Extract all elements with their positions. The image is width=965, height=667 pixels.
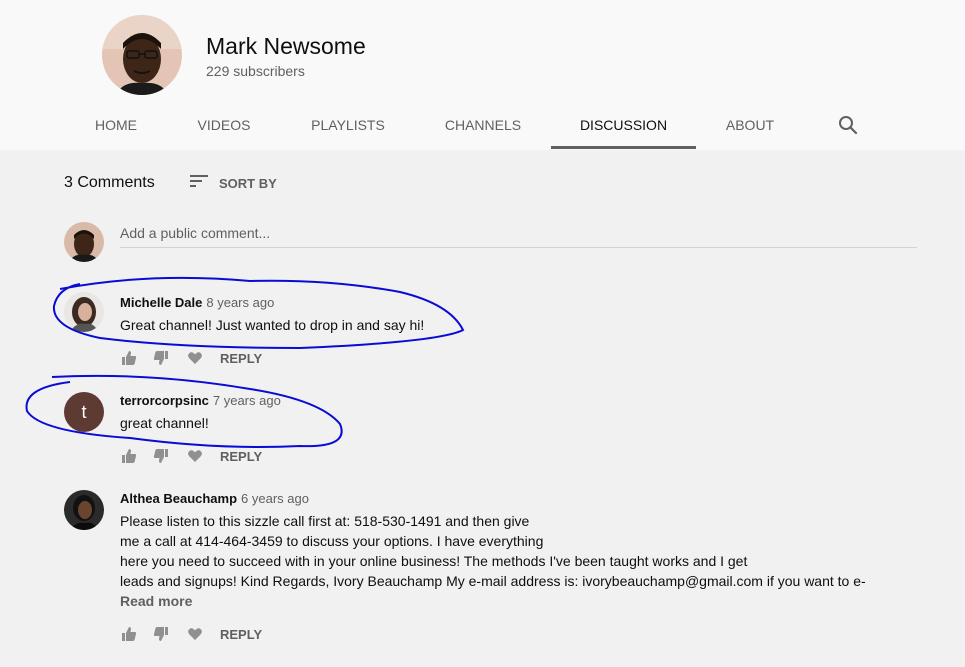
reply-button[interactable]: REPLY [220,627,262,642]
tab-videos[interactable]: VIDEOS [186,102,262,149]
author-name[interactable]: terrorcorpsinc [120,393,209,408]
channel-avatar[interactable] [102,15,182,95]
comment-actions: REPLY [121,348,262,368]
heart-icon[interactable] [187,448,203,464]
comment-author[interactable]: terrorcorpsinc 7 years ago [120,393,281,408]
thumb-down-icon[interactable] [153,350,169,366]
read-more-link[interactable]: Read more [120,593,192,609]
tab-about[interactable]: ABOUT [714,102,786,149]
comment-avatar[interactable]: t [64,392,104,432]
comment-text-line: me a call at 414-464-3459 to discuss you… [120,533,544,549]
comment-actions: REPLY [121,624,262,644]
annotation-circle-1 [52,276,465,350]
channel-name: Mark Newsome [206,33,366,59]
tab-playlists[interactable]: PLAYLISTS [298,102,398,149]
heart-icon[interactable] [187,626,203,642]
comment-text: Great channel! Just wanted to drop in an… [120,317,425,333]
comment-text: great channel! [120,415,209,431]
comments-count: 3 Comments [64,174,155,191]
comment-text-line: Please listen to this sizzle call first … [120,513,530,529]
author-name[interactable]: Michelle Dale [120,295,202,310]
subscriber-count: 229 subscribers [206,63,305,79]
comment-text-line: leads and signups! Kind Regards, Ivory B… [120,573,866,589]
active-tab-indicator [551,146,696,149]
comment-author[interactable]: Michelle Dale 8 years ago [120,295,274,310]
author-name[interactable]: Althea Beauchamp [120,491,237,506]
sort-icon [189,173,209,194]
avatar-letter: t [81,401,87,422]
comment-text-line: here you need to succeed with in your on… [120,553,748,569]
thumb-down-icon[interactable] [153,626,169,642]
sort-by-label: SORT BY [219,175,277,191]
add-comment-input[interactable]: Add a public comment... [120,222,917,248]
tab-home[interactable]: HOME [82,102,150,149]
tab-channels[interactable]: CHANNELS [433,102,533,149]
heart-icon[interactable] [187,350,203,366]
thumb-up-icon[interactable] [121,448,137,464]
sort-by-button[interactable]: SORT BY [189,172,277,194]
comment-author[interactable]: Althea Beauchamp 6 years ago [120,491,309,506]
comment-time[interactable]: 6 years ago [241,491,309,506]
thumb-down-icon[interactable] [153,448,169,464]
comment-time[interactable]: 8 years ago [206,295,274,310]
comment-avatar[interactable] [64,292,104,332]
channel-header: Mark Newsome 229 subscribers HOME VIDEOS… [0,0,965,150]
search-icon[interactable] [836,113,860,137]
thumb-up-icon[interactable] [121,350,137,366]
reply-button[interactable]: REPLY [220,449,262,464]
current-user-avatar [64,222,104,262]
tab-discussion[interactable]: DISCUSSION [551,102,696,149]
comment-avatar[interactable] [64,490,104,530]
comment-time[interactable]: 7 years ago [213,393,281,408]
thumb-up-icon[interactable] [121,626,137,642]
reply-button[interactable]: REPLY [220,351,262,366]
comment-actions: REPLY [121,446,262,466]
